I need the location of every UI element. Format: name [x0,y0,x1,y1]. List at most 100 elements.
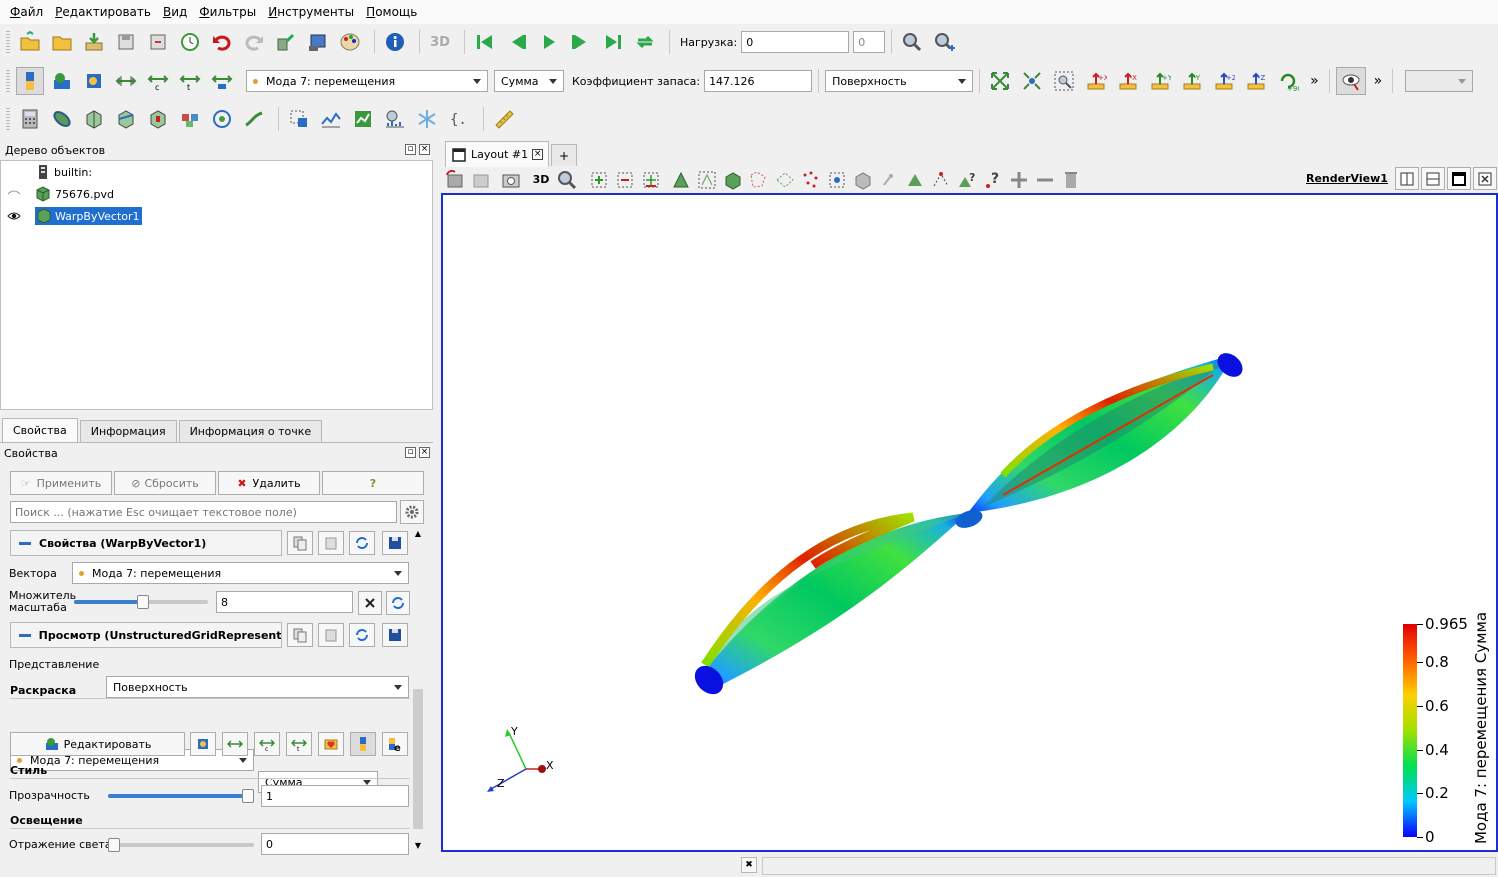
select-cells-off-icon[interactable] [613,169,637,191]
previous-frame-icon[interactable] [503,28,531,56]
model-render[interactable] [443,195,1496,850]
warp-icon[interactable] [285,105,313,133]
close-tab-icon[interactable]: × [532,149,544,160]
select-frustum-points-icon[interactable] [695,169,719,191]
zoom-box-icon[interactable] [1050,67,1078,95]
hover-points-icon[interactable] [851,169,875,191]
vectors-select[interactable]: Мода 7: перемещения [72,562,409,584]
zoom-icon[interactable] [898,28,926,56]
view-plus-z-icon[interactable]: +Z [1210,67,1238,95]
rescale-custom-icon[interactable] [80,67,108,95]
camera-undo-icon[interactable] [443,169,467,191]
extract-subset-icon[interactable] [176,105,204,133]
save-icon[interactable] [382,531,408,555]
representation-select[interactable]: Поверхность [106,676,409,698]
rescale-time-icon[interactable]: t [286,732,312,756]
reset-button[interactable]: ⊘ Сбросить [114,471,216,495]
reset-session-icon[interactable] [176,28,204,56]
scroll-up-icon[interactable]: ▲ [412,529,424,539]
opacity-input[interactable]: 1 [261,785,409,807]
clear-selection-icon[interactable] [1059,169,1083,191]
python-script-icon[interactable]: {..} [445,105,473,133]
calculator-icon[interactable] [16,105,44,133]
glyph-icon[interactable] [208,105,236,133]
select-frustum-cells-icon[interactable] [669,169,693,191]
view-minus-y-icon[interactable]: -Y [1178,67,1206,95]
slice-icon[interactable] [112,105,140,133]
toolbar-grip[interactable] [6,68,10,94]
interactive-select-icon[interactable] [1335,67,1366,95]
menu-help[interactable]: Помощь [360,5,423,19]
scroll-down-icon[interactable]: ▼ [412,841,424,851]
first-frame-icon[interactable] [471,28,499,56]
next-frame-icon[interactable] [567,28,595,56]
threshold-icon[interactable] [144,105,172,133]
representation-combo[interactable]: Поверхность [825,70,974,92]
scale-factor-input[interactable]: 8 [216,591,353,613]
load-state-icon[interactable] [144,28,172,56]
rescale-custom-icon[interactable] [190,732,216,756]
component-combo[interactable]: Сумма [494,70,564,92]
subtract-selection-icon[interactable] [1033,169,1057,191]
vectors-combo[interactable]: Мода 7: перемещения [246,70,488,92]
clip-icon[interactable] [80,105,108,133]
save-icon[interactable] [382,623,408,647]
annotations-icon[interactable] [318,732,344,756]
load-spinbox[interactable]: 0 [853,31,886,53]
plot-selection-icon[interactable] [929,169,953,191]
histogram-icon[interactable] [381,105,409,133]
menu-filters[interactable]: Фильтры [193,5,262,19]
view-plus-x-icon[interactable]: +X [1082,67,1110,95]
query-selection-icon[interactable]: ? [955,169,979,191]
open-icon[interactable] [16,28,44,56]
rescale-range-icon[interactable] [112,67,140,95]
add-selection-icon[interactable] [1007,169,1031,191]
tree-item-pvd[interactable]: 75676.pvd [7,183,114,205]
rescale-custom-range-icon[interactable]: c [144,67,172,95]
copy-icon[interactable] [287,531,313,555]
select-block-icon[interactable] [721,169,745,191]
tab-information[interactable]: Информация [79,420,177,442]
hover-cells-icon[interactable] [825,169,849,191]
select-polygon-icon[interactable] [747,169,771,191]
contour-icon[interactable] [48,105,76,133]
toolbar-overflow-2[interactable]: » [1374,73,1383,89]
specular-input[interactable]: 0 [261,833,409,855]
select-points-on-icon[interactable] [639,169,663,191]
paste-icon[interactable] [318,531,344,555]
advanced-gear-icon[interactable] [400,500,424,524]
rescale-custom-range-icon[interactable]: c [254,732,280,756]
plot-data-icon[interactable] [349,105,377,133]
reload-icon[interactable] [349,531,375,555]
split-horizontal-icon[interactable] [1395,167,1419,190]
close-view-icon[interactable] [1473,167,1497,190]
play-icon[interactable] [535,28,563,56]
undo-icon[interactable] [208,28,236,56]
scale-factor-slider[interactable] [74,595,208,609]
plot-over-line-icon[interactable] [317,105,345,133]
view-minus-x-icon[interactable]: -X [1114,67,1142,95]
reset-scale-icon[interactable] [386,591,410,615]
opacity-slider[interactable] [108,789,254,803]
clear-icon[interactable] [358,591,382,615]
render-view[interactable]: Y X Z 0.965 0.8 0.6 0.4 0.2 0 Мода 7: перемещ… [441,193,1498,852]
eye-closed-icon[interactable] [7,188,21,200]
screenshot-icon[interactable] [499,169,523,191]
disconnect-icon[interactable] [304,28,332,56]
btn-3d-icon[interactable]: 3D [426,28,454,56]
tab-properties[interactable]: Свойства [2,418,78,442]
palette-icon[interactable] [336,28,364,56]
help-button[interactable]: ? [322,471,424,495]
tree-item-warp[interactable]: WarpByVector1 [7,205,142,227]
colormap-editor-icon[interactable] [48,67,76,95]
edit-colormap-button[interactable]: Редактировать [10,732,185,756]
rescale-range-icon[interactable] [222,732,248,756]
eye-icon[interactable] [7,210,21,222]
tab-layout-1[interactable]: Layout #1 × [445,141,549,167]
add-layout-tab-button[interactable]: + [551,144,577,166]
float-panel-icon[interactable]: ▫ [405,447,416,458]
tab-point-information[interactable]: Информация о точке [178,420,323,442]
toolbar-grip[interactable] [6,106,10,132]
rotate-90-icon[interactable]: +90 [1274,67,1302,95]
section-display[interactable]: Просмотр (UnstructuredGridRepresenta [10,622,282,648]
